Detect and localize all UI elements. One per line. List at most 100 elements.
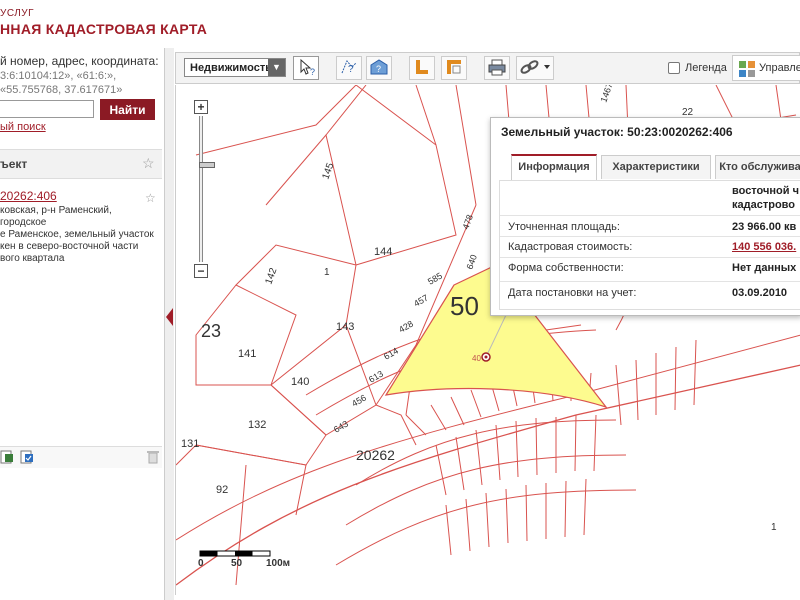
layers-grid-icon bbox=[739, 61, 755, 77]
map-toolbar: Недвижимость ▼ ? ? ? Легенда Управле bbox=[175, 52, 800, 84]
print-button[interactable] bbox=[484, 56, 510, 80]
area-value: 23 966.00 кв bbox=[732, 221, 797, 233]
map-label-640: 640 bbox=[464, 253, 479, 271]
scale-label-50: 50 bbox=[231, 558, 243, 569]
legend-label: Легенда bbox=[685, 62, 727, 74]
pointer-question-icon: ? bbox=[300, 58, 315, 77]
layer-select[interactable]: Недвижимость ▼ bbox=[184, 58, 286, 77]
area-query-icon: ? bbox=[341, 60, 357, 75]
svg-text:?: ? bbox=[348, 64, 354, 75]
manage-label: Управле bbox=[759, 62, 800, 74]
map-label-140: 140 bbox=[291, 376, 309, 388]
scale-bar: 0 50 100м bbox=[198, 548, 308, 578]
object-panel-header: ъект ☆ bbox=[0, 149, 162, 179]
parcel-info-popup: Земельный участок: 50:23:0020262:406 Инф… bbox=[490, 117, 800, 316]
map-label-428: 428 bbox=[397, 319, 415, 335]
trash-icon[interactable] bbox=[147, 451, 159, 464]
left-panel: й номер, адрес, координата: 3:6:10104:12… bbox=[0, 48, 164, 600]
address-line-1: восточной ч bbox=[732, 185, 799, 197]
tab-service[interactable]: Кто обслужива bbox=[715, 155, 800, 179]
ruler-icon bbox=[416, 60, 428, 74]
zoom-control: + − bbox=[194, 100, 215, 280]
map-label-585: 585 bbox=[426, 271, 444, 287]
export-icons bbox=[0, 450, 159, 464]
measure-button[interactable] bbox=[409, 56, 435, 80]
row-divider bbox=[500, 236, 800, 237]
scale-bar-graphic bbox=[199, 550, 271, 557]
map-label-456: 456 bbox=[350, 393, 368, 409]
object-panel-title: ъект bbox=[0, 157, 28, 171]
tab-characteristics[interactable]: Характеристики bbox=[601, 155, 711, 179]
popup-title: Земельный участок: 50:23:0020262:406 bbox=[501, 125, 733, 139]
query-object-button[interactable]: ? bbox=[366, 56, 392, 80]
link-button[interactable] bbox=[516, 56, 554, 80]
map-label-20262: 20262 bbox=[356, 447, 395, 463]
map-label-131: 131 bbox=[181, 438, 199, 450]
map-label-143: 143 bbox=[336, 321, 354, 333]
svg-text:?: ? bbox=[376, 64, 381, 74]
favorite-star-icon[interactable]: ☆ bbox=[142, 156, 155, 170]
row-divider bbox=[500, 215, 800, 216]
map-label-23: 23 bbox=[201, 321, 221, 341]
map-label-145: 145 bbox=[320, 161, 336, 181]
object-description: ковская, р-н Раменский, городское е Раме… bbox=[0, 205, 154, 264]
layer-select-value: Недвижимость bbox=[190, 62, 272, 74]
search-hint-title: й номер, адрес, координата: bbox=[0, 54, 159, 68]
search-example-1: 3:6:10104:12», «61:6:», bbox=[0, 70, 117, 82]
collapse-arrow-icon[interactable] bbox=[166, 308, 173, 326]
export-excel-icon[interactable] bbox=[0, 450, 13, 464]
map-label-132: 132 bbox=[248, 419, 266, 431]
cost-value-link[interactable]: 140 556 036. bbox=[732, 241, 796, 253]
header: УСЛУГ ННАЯ КАДАСТРОВАЯ КАРТА bbox=[0, 0, 800, 48]
map-label-1b: 1 bbox=[771, 522, 777, 533]
search-hint: й номер, адрес, координата: 3:6:10104:12… bbox=[0, 53, 160, 97]
map-label-457: 457 bbox=[412, 293, 430, 309]
map-label-643: 643 bbox=[332, 419, 350, 435]
ownership-value: Нет данных bbox=[732, 262, 797, 274]
zoom-slider[interactable] bbox=[199, 116, 215, 262]
area-label: Уточненная площадь: bbox=[508, 221, 620, 233]
legend-checkbox[interactable] bbox=[668, 62, 680, 74]
map-label-142: 142 bbox=[263, 266, 279, 286]
find-button[interactable]: Найти bbox=[100, 99, 155, 120]
row-divider bbox=[500, 257, 800, 258]
map-label-1: 1 bbox=[324, 267, 330, 278]
svg-text:?: ? bbox=[310, 67, 315, 77]
search-input[interactable] bbox=[0, 100, 94, 118]
extended-search-link[interactable]: ый поиск bbox=[0, 121, 46, 133]
area-measure-button[interactable] bbox=[441, 56, 467, 80]
zoom-out-button[interactable]: − bbox=[194, 264, 208, 278]
popup-body: восточной ч кадастрово Уточненная площад… bbox=[499, 180, 800, 310]
scale-label-0: 0 bbox=[198, 558, 204, 569]
map-label-1467: 1467 bbox=[598, 85, 614, 104]
map-label-92: 92 bbox=[216, 484, 228, 496]
registration-date-label: Дата постановки на учет: bbox=[508, 287, 637, 299]
object-link[interactable]: 20262:406 bbox=[0, 189, 57, 203]
scale-label-100: 100м bbox=[266, 558, 291, 569]
registration-date-value: 03.09.2010 bbox=[732, 287, 788, 299]
export-xml-icon[interactable] bbox=[20, 450, 33, 464]
area-ruler-icon bbox=[447, 60, 461, 74]
brand-title[interactable]: ННАЯ КАДАСТРОВАЯ КАРТА bbox=[0, 21, 207, 37]
ownership-label: Форма собственности: bbox=[508, 262, 624, 274]
object-query-icon: ? bbox=[370, 59, 388, 75]
dropdown-arrow-icon[interactable]: ▼ bbox=[268, 59, 285, 76]
map-label-478: 478 bbox=[460, 213, 475, 231]
brand-subtitle: УСЛУГ bbox=[0, 8, 35, 19]
manage-layers-button[interactable]: Управле bbox=[732, 55, 800, 81]
query-area-button[interactable]: ? bbox=[336, 56, 362, 80]
printer-icon bbox=[488, 59, 506, 76]
object-star-icon[interactable]: ☆ bbox=[145, 191, 156, 205]
map-label-141: 141 bbox=[238, 348, 256, 360]
zoom-slider-thumb[interactable] bbox=[199, 162, 215, 168]
panel-splitter[interactable] bbox=[164, 48, 174, 600]
map-label-613: 613 bbox=[367, 369, 385, 385]
left-panel-footer bbox=[0, 446, 162, 468]
tab-information[interactable]: Информация bbox=[511, 154, 597, 180]
address-line-2: кадастрово bbox=[732, 199, 796, 211]
map-label-40: 40 bbox=[472, 354, 481, 363]
map-label-50: 50 bbox=[450, 291, 479, 321]
row-divider bbox=[500, 281, 800, 282]
zoom-in-button[interactable]: + bbox=[194, 100, 208, 114]
identify-pointer-button[interactable]: ? bbox=[293, 56, 319, 80]
